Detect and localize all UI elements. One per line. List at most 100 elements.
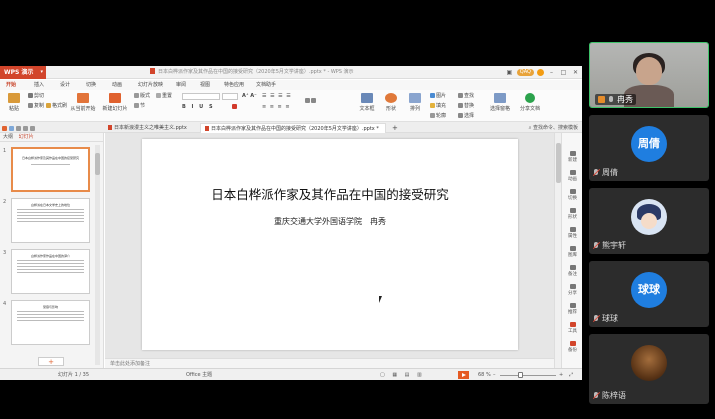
zoom-slider-handle[interactable] xyxy=(518,372,523,378)
side-tool-animation[interactable]: 动画 xyxy=(562,170,582,182)
arrange-icon xyxy=(409,93,421,103)
fill-button[interactable]: 填充 xyxy=(430,102,446,109)
notification-icon[interactable] xyxy=(537,69,544,76)
slide-title[interactable]: 日本白桦派作家及其作品在中国的接受研究 xyxy=(142,184,518,203)
reset-button[interactable]: 重置 xyxy=(156,92,172,99)
outline-button[interactable]: 轮廓 xyxy=(430,112,446,119)
side-tool-notes[interactable]: 备注 xyxy=(562,265,582,277)
participant-tile[interactable]: 球球 球球 xyxy=(589,261,709,327)
tab-slides[interactable]: 幻灯片 xyxy=(19,134,34,140)
mic-muted-icon xyxy=(593,314,599,323)
layout-button[interactable]: 版式 xyxy=(134,92,150,99)
slide-thumb-1[interactable]: 日本白桦派作家及其作品在中国的接受研究 xyxy=(11,147,90,192)
doc-tab-shirakaba[interactable]: 日本白桦派作家及其作品在中国的接受研究（2020年5月文学讲座）.pptx * xyxy=(200,123,386,133)
zoom-in-icon[interactable]: + xyxy=(559,369,563,380)
side-tool-new[interactable]: 新建 xyxy=(562,151,582,163)
current-slide[interactable]: 日本白桦派作家及其作品在中国的接受研究 重庆交通大学外国语学院 冉秀 xyxy=(142,139,518,350)
menu-doc-assistant[interactable]: 文档助手 xyxy=(256,80,276,90)
layout-icon xyxy=(134,93,139,98)
font-color-icon[interactable] xyxy=(232,104,237,109)
new-slide-button[interactable]: 新建幻灯片 xyxy=(100,93,130,112)
participant-tile-video[interactable]: 冉秀 xyxy=(589,42,709,108)
side-tool-recommend[interactable]: 推荐 xyxy=(562,303,582,315)
side-tool-tools[interactable]: 工具 xyxy=(562,322,582,334)
thumb-number: 4 xyxy=(3,301,7,307)
menu-insert[interactable]: 插入 xyxy=(34,80,44,90)
participant-tile[interactable]: 周倩 周倩 xyxy=(589,115,709,181)
section-button[interactable]: 节 xyxy=(134,102,145,109)
replace-button[interactable]: 替换 xyxy=(458,102,474,109)
tab-outline[interactable]: 大纲 xyxy=(3,134,13,140)
copy-button[interactable]: 复制 xyxy=(28,102,44,109)
side-tool-gallery[interactable]: 图库 xyxy=(562,246,582,258)
menu-review[interactable]: 审阅 xyxy=(176,80,186,90)
side-tool-shapes[interactable]: 形状 xyxy=(562,208,582,220)
text-format-group[interactable]: B I U S xyxy=(182,104,215,110)
cut-button[interactable]: 剪切 xyxy=(28,92,44,99)
menu-transition[interactable]: 切换 xyxy=(86,80,96,90)
save-icon[interactable] xyxy=(2,125,7,131)
command-search[interactable]: ⌕ 查找命令、搜索模板 xyxy=(529,123,578,133)
participant-tile[interactable]: 陈梓语 xyxy=(589,334,709,404)
menu-bar: 开始 插入 设计 切换 动画 幻灯片放映 审阅 视图 特色应用 文档助手 xyxy=(0,80,582,91)
title-bar: WPS 演示 ▾ 日本白桦派作家及其作品在中国的接受研究（2020年5月文学讲座… xyxy=(0,66,582,79)
pptx-file-icon xyxy=(150,68,155,74)
slide-scrollbar[interactable] xyxy=(554,133,561,368)
menu-animation[interactable]: 动画 xyxy=(112,80,122,90)
search-icon: ⌕ xyxy=(528,125,532,131)
font-size-dropdown[interactable] xyxy=(222,93,238,100)
bullet-list-group[interactable]: ≡ ≡ ≡ ≡ xyxy=(262,104,291,110)
thumb-number: 2 xyxy=(3,199,7,205)
menu-features[interactable]: 特色应用 xyxy=(224,80,244,90)
menu-slideshow[interactable]: 幻灯片放映 xyxy=(138,80,163,90)
add-slide-button[interactable]: + xyxy=(38,357,64,366)
paste-button[interactable]: 粘贴 xyxy=(1,93,27,112)
from-current-button[interactable]: 从当前开始 xyxy=(68,93,98,112)
close-icon[interactable]: ✕ xyxy=(571,69,580,76)
select-button[interactable]: 选择 xyxy=(458,112,474,119)
thumbnail-scrollbar[interactable] xyxy=(95,145,100,365)
undo-icon[interactable] xyxy=(23,125,28,131)
fit-window-icon[interactable]: ⤢ xyxy=(569,369,573,380)
open-icon[interactable] xyxy=(9,125,14,131)
user-account[interactable]: QAQ xyxy=(516,69,534,76)
slide-subtitle[interactable]: 重庆交通大学外国语学院 冉秀 xyxy=(142,216,518,227)
view-mode-buttons[interactable]: ▢ ▦ ▤ ▥ xyxy=(380,369,425,380)
app-menu-button[interactable]: WPS 演示 ▾ xyxy=(0,66,46,79)
zoom-slider[interactable] xyxy=(500,375,556,376)
menu-design[interactable]: 设计 xyxy=(60,80,70,90)
slide-thumb-2[interactable]: 白桦派在日本文学史上的地位 xyxy=(11,198,90,243)
search-icon xyxy=(458,93,463,98)
text-box-button[interactable]: 文本框 xyxy=(356,93,378,112)
mouse-cursor-icon xyxy=(379,296,382,303)
find-button[interactable]: 查找 xyxy=(458,92,474,99)
new-tab-icon[interactable]: + xyxy=(388,123,402,133)
shapes-button[interactable]: 形状 xyxy=(380,93,402,112)
format-painter-button[interactable]: 格式刷 xyxy=(46,102,67,109)
slide-thumb-3[interactable]: 白桦派作家作品在中国的译介 xyxy=(11,249,90,294)
arrange-button[interactable]: 排列 xyxy=(404,93,426,112)
font-name-dropdown[interactable] xyxy=(182,93,220,100)
text-direction-icon[interactable] xyxy=(305,98,316,103)
paragraph-align-group[interactable]: ☰ ☰ ☰ ☰ xyxy=(262,93,292,99)
grow-font-icon[interactable]: A⁺ A⁻ xyxy=(242,93,257,99)
zoom-out-icon[interactable]: – xyxy=(493,369,496,380)
share-doc-button[interactable]: 分享文档 xyxy=(516,93,544,112)
slide-thumb-4[interactable]: 受容与影响 xyxy=(11,300,90,345)
picture-button[interactable]: 图片 xyxy=(430,92,446,99)
side-tool-transition[interactable]: 切换 xyxy=(562,189,582,201)
maximize-icon[interactable]: □ xyxy=(559,69,568,76)
side-tool-properties[interactable]: 属性 xyxy=(562,227,582,239)
menu-view[interactable]: 视图 xyxy=(200,80,210,90)
minimize-icon[interactable]: – xyxy=(547,69,556,76)
print-icon[interactable] xyxy=(16,125,21,131)
side-tool-share[interactable]: 分享 xyxy=(562,284,582,296)
layout-icon[interactable]: ▣ xyxy=(505,69,514,76)
participant-tile[interactable]: 熊宇轩 xyxy=(589,188,709,254)
play-slideshow-button[interactable] xyxy=(458,371,469,379)
doc-tab-aestheticism[interactable]: 日本新浪漫主义之唯美主义.pptx xyxy=(104,123,198,133)
selection-pane-button[interactable]: 选择窗格 xyxy=(486,93,514,112)
redo-icon[interactable] xyxy=(30,125,35,131)
side-tool-backup[interactable]: 备份 xyxy=(562,341,582,353)
notes-pane[interactable]: 单击此处添加备注 xyxy=(105,358,554,368)
